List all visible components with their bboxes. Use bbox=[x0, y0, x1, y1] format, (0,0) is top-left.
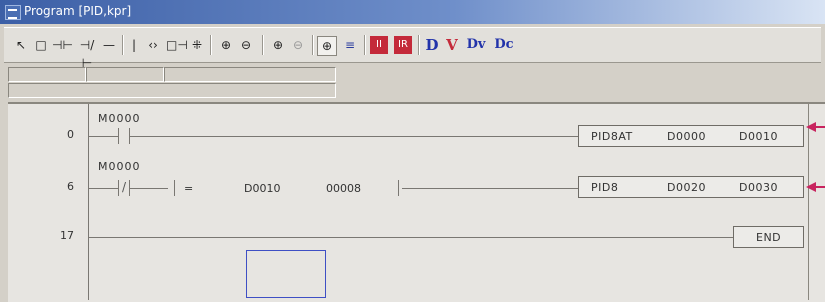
special-icon[interactable]: ⁜ bbox=[190, 36, 204, 54]
toolbar-separator bbox=[262, 35, 264, 55]
compare-arg: D0010 bbox=[244, 182, 281, 195]
compare-arg: 00008 bbox=[326, 182, 361, 195]
function-block[interactable]: PID8AT D0000 D0010 bbox=[578, 125, 804, 147]
select-pointer-icon[interactable]: ↖ bbox=[14, 36, 28, 54]
end-block[interactable]: END bbox=[733, 226, 804, 248]
step-number: 0 bbox=[67, 128, 74, 141]
zoom-in-icon[interactable]: ⊕ bbox=[218, 36, 234, 54]
box-icon[interactable]: □ bbox=[34, 36, 48, 54]
annotation-arrow-line bbox=[815, 186, 825, 188]
function-arg: D0030 bbox=[739, 181, 778, 194]
toolbar-separator bbox=[364, 35, 366, 55]
info-cell bbox=[86, 67, 164, 82]
function-op: PID8 bbox=[591, 181, 619, 194]
rung-wire bbox=[402, 188, 578, 189]
zoom-out-icon[interactable]: ⊖ bbox=[238, 36, 254, 54]
device-comment-icon[interactable]: Dc bbox=[492, 36, 516, 54]
device-icon[interactable]: D bbox=[424, 36, 440, 54]
insert-rung-icon[interactable]: IR bbox=[394, 36, 412, 54]
rung-wire bbox=[88, 136, 579, 137]
function-arg: D0020 bbox=[667, 181, 706, 194]
annotation-arrow-icon bbox=[806, 122, 816, 132]
window-title: Program [PID,kpr] bbox=[24, 4, 132, 18]
horizontal-line-icon[interactable]: — bbox=[102, 36, 116, 54]
align-icon[interactable]: ≡ bbox=[342, 36, 358, 54]
zoom-in-2-icon[interactable]: ⊕ bbox=[270, 36, 286, 54]
compare-operator: = bbox=[184, 182, 194, 195]
toolbar-separator bbox=[418, 35, 420, 55]
edit-cursor[interactable] bbox=[246, 250, 326, 298]
end-label: END bbox=[756, 231, 782, 244]
coil-icon[interactable]: ‹› bbox=[144, 36, 162, 54]
device-variable-icon[interactable]: Dv bbox=[464, 36, 488, 54]
variable-icon[interactable]: V bbox=[444, 36, 460, 54]
open-contact-icon[interactable]: ⊣⊢ bbox=[52, 36, 73, 54]
insert-row-icon[interactable]: II bbox=[370, 36, 388, 54]
compare-right-bar bbox=[398, 180, 399, 196]
contact-label: M0000 bbox=[98, 112, 141, 125]
function-op: PID8AT bbox=[591, 130, 633, 143]
title-bar: Program [PID,kpr] bbox=[0, 0, 825, 24]
app-icon bbox=[5, 5, 21, 20]
normally-closed-contact[interactable] bbox=[118, 180, 130, 196]
toolbar-separator bbox=[210, 35, 212, 55]
toolbar-separator bbox=[312, 35, 314, 55]
function-arg: D0000 bbox=[667, 130, 706, 143]
rung-wire bbox=[88, 237, 734, 238]
zoom-toggle-icon[interactable]: ⊕ bbox=[317, 36, 337, 56]
function-box-icon[interactable]: □⊣ bbox=[166, 36, 188, 54]
info-cell bbox=[8, 67, 86, 82]
zoom-out-2-icon[interactable]: ⊖ bbox=[290, 36, 306, 54]
info-cell bbox=[164, 67, 336, 82]
step-number: 6 bbox=[67, 180, 74, 193]
compare-left-bar bbox=[174, 180, 175, 196]
closed-contact-icon[interactable]: ⊣/⊢ bbox=[76, 36, 98, 70]
vertical-line-icon[interactable]: | bbox=[130, 36, 138, 54]
contact-label: M0000 bbox=[98, 160, 141, 173]
normally-open-contact[interactable] bbox=[118, 128, 130, 144]
toolbar-separator bbox=[122, 35, 124, 55]
annotation-arrow-line bbox=[815, 126, 825, 128]
annotation-arrow-icon bbox=[806, 182, 816, 192]
info-bar bbox=[8, 65, 338, 99]
function-arg: D0010 bbox=[739, 130, 778, 143]
step-number: 17 bbox=[60, 229, 74, 242]
info-cell bbox=[8, 83, 336, 98]
function-block[interactable]: PID8 D0020 D0030 bbox=[578, 176, 804, 198]
toolbar: ↖ □ ⊣⊢ ⊣/⊢ — | ‹› □⊣ ⁜ ⊕ ⊖ ⊕ ⊖ ⊕ ≡ II IR… bbox=[4, 27, 821, 70]
power-rail-left bbox=[88, 104, 89, 300]
